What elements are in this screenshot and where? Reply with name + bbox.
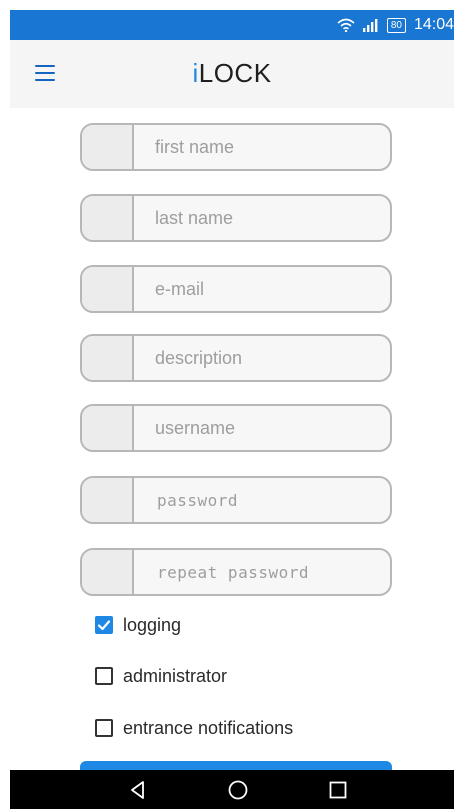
home-circle-icon[interactable]: [227, 779, 249, 801]
password-field: [80, 476, 392, 524]
check-icon: [97, 620, 111, 631]
entrance-notifications-checkbox-row[interactable]: entrance notifications: [95, 716, 293, 740]
password-prefix-icon: [82, 478, 134, 522]
last-name-field: [80, 194, 392, 242]
first-name-field: [80, 123, 392, 171]
status-bar: 80 14:04: [10, 10, 454, 40]
recent-apps-square-icon[interactable]: [327, 779, 349, 801]
logging-label: logging: [123, 614, 182, 635]
last-name-input[interactable]: [134, 196, 382, 240]
email-field: [80, 265, 392, 313]
app-title: iLOCK: [10, 58, 454, 89]
administrator-checkbox[interactable]: [95, 667, 113, 685]
last-name-prefix-icon: [82, 196, 134, 240]
password-input[interactable]: [134, 478, 382, 522]
description-input[interactable]: [134, 336, 382, 380]
username-prefix-icon: [82, 406, 134, 450]
battery-icon: 80: [386, 17, 406, 33]
app-bar: iLOCK: [10, 40, 454, 108]
repeat-password-field: [80, 548, 392, 596]
email-input[interactable]: [134, 267, 382, 311]
navigation-bar: [10, 770, 454, 809]
first-name-input[interactable]: [134, 125, 382, 169]
entrance-notifications-label: entrance notifications: [123, 717, 294, 738]
username-input[interactable]: [134, 406, 382, 450]
app-title-rest: LOCK: [198, 58, 272, 88]
signal-icon: [362, 18, 379, 32]
back-triangle-icon[interactable]: [127, 779, 149, 801]
email-prefix-icon: [82, 267, 134, 311]
logging-checkbox-row[interactable]: logging: [95, 613, 181, 637]
entrance-notifications-checkbox[interactable]: [95, 719, 113, 737]
repeat-password-input[interactable]: [134, 550, 382, 594]
status-icons: 80 14:04: [337, 10, 454, 40]
username-field: [80, 404, 392, 452]
wifi-icon: [337, 18, 355, 32]
repeat-password-prefix-icon: [82, 550, 134, 594]
administrator-checkbox-row[interactable]: administrator: [95, 664, 227, 688]
status-time: 14:04: [413, 16, 454, 33]
first-name-prefix-icon: [82, 125, 134, 169]
description-prefix-icon: [82, 336, 134, 380]
battery-level: 80: [390, 19, 402, 31]
logging-checkbox[interactable]: [95, 616, 113, 634]
description-field: [80, 334, 392, 382]
administrator-label: administrator: [123, 665, 228, 686]
